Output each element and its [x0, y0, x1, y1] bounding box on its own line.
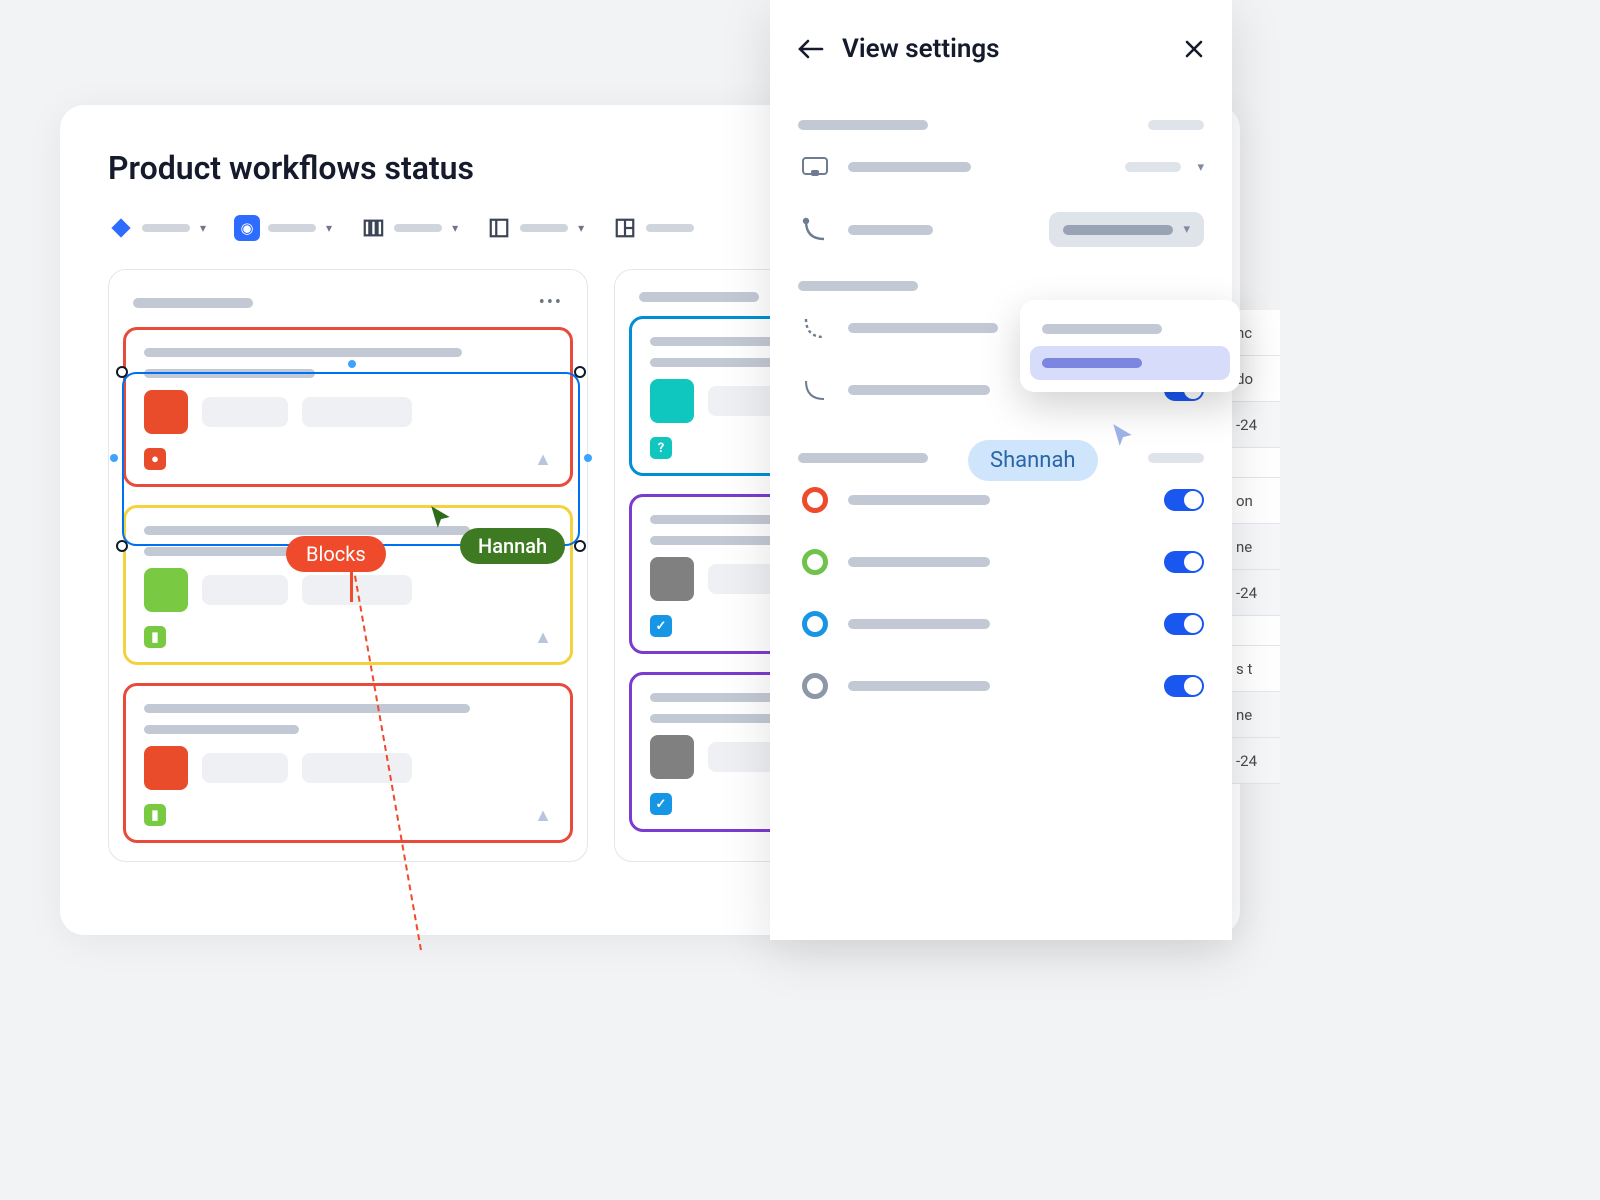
table-row[interactable]: on	[1232, 478, 1280, 524]
setting-select-active[interactable]: ▾	[1049, 212, 1204, 247]
panel-title: View settings	[842, 34, 1166, 64]
card-color-swatch	[650, 735, 694, 779]
toggle[interactable]	[1164, 489, 1204, 511]
chevron-down-icon: ▾	[326, 221, 332, 235]
jira-icon: ▲	[534, 449, 552, 470]
frame-icon	[798, 150, 832, 184]
table-row[interactable]: -24	[1232, 402, 1280, 448]
table-row[interactable]: -24	[1232, 738, 1280, 784]
table-row[interactable]: ne	[1232, 524, 1280, 570]
status-ring-icon	[798, 483, 832, 517]
cursor-icon	[1110, 422, 1136, 448]
chevron-down-icon: ▾	[1183, 222, 1190, 237]
select-dropdown[interactable]	[1020, 300, 1240, 392]
setting-status-blue[interactable]	[798, 593, 1204, 655]
toolbar-app[interactable]: ◉ ▾	[234, 215, 332, 241]
card-color-swatch	[144, 390, 188, 434]
kanban-card[interactable]: ▮ ▲	[123, 683, 573, 843]
collaborator-cursor-hannah: Hannah	[460, 528, 565, 564]
toolbar-columns[interactable]: ▾	[360, 215, 458, 241]
card-color-swatch	[144, 568, 188, 612]
dashed-curve-icon	[798, 311, 832, 345]
curve-thin-icon	[798, 373, 832, 407]
dropdown-option[interactable]	[1030, 312, 1230, 346]
curve-icon	[798, 213, 832, 247]
close-icon[interactable]	[1184, 39, 1204, 59]
chevron-down-icon: ▾	[578, 221, 584, 235]
toggle[interactable]	[1164, 675, 1204, 697]
setting-row-curve[interactable]: ▾	[798, 198, 1204, 261]
toolbar-board[interactable]	[612, 215, 694, 241]
toolbar-split[interactable]: ▾	[486, 215, 584, 241]
chevron-down-icon: ▾	[200, 221, 206, 235]
setting-row-frame[interactable]: ▾	[798, 136, 1204, 198]
table-row[interactable]: ne	[1232, 692, 1280, 738]
card-type-badge: ?	[650, 437, 672, 459]
table-row[interactable]	[1232, 448, 1280, 478]
table-row[interactable]: -24	[1232, 570, 1280, 616]
jira-icon: ▲	[534, 805, 552, 826]
card-color-swatch	[144, 746, 188, 790]
status-ring-icon	[798, 545, 832, 579]
back-icon[interactable]	[798, 39, 824, 59]
toggle[interactable]	[1164, 551, 1204, 573]
toggle[interactable]	[1164, 613, 1204, 635]
kanban-card[interactable]: ● ▲	[123, 327, 573, 487]
card-type-badge: ✓	[650, 793, 672, 815]
app-icon: ◉	[234, 215, 260, 241]
toolbar-jira[interactable]: ▾	[108, 215, 206, 241]
table-row[interactable]	[1232, 616, 1280, 646]
column-title	[133, 298, 253, 308]
table-row[interactable]: s t	[1232, 646, 1280, 692]
column-title	[639, 292, 759, 302]
board-icon	[612, 215, 638, 241]
setting-status-gray[interactable]	[798, 655, 1204, 717]
card-type-badge: ▮	[144, 626, 166, 648]
cursor-icon	[428, 504, 454, 530]
more-icon[interactable]: •••	[539, 292, 563, 313]
dropdown-option-active[interactable]	[1030, 346, 1230, 380]
setting-status-green[interactable]	[798, 531, 1204, 593]
columns-icon	[360, 215, 386, 241]
chevron-down-icon: ▾	[452, 221, 458, 235]
collaborator-cursor-shannah: Shannah	[968, 440, 1098, 481]
card-color-swatch	[650, 379, 694, 423]
card-type-badge: ●	[144, 448, 166, 470]
status-ring-icon	[798, 669, 832, 703]
jira-icon: ▲	[534, 627, 552, 648]
jira-icon	[108, 215, 134, 241]
card-type-badge: ▮	[144, 804, 166, 826]
chevron-down-icon: ▾	[1197, 160, 1204, 175]
split-icon	[486, 215, 512, 241]
card-color-swatch	[650, 557, 694, 601]
relation-label[interactable]: Blocks	[286, 536, 386, 572]
status-ring-icon	[798, 607, 832, 641]
card-type-badge: ✓	[650, 615, 672, 637]
